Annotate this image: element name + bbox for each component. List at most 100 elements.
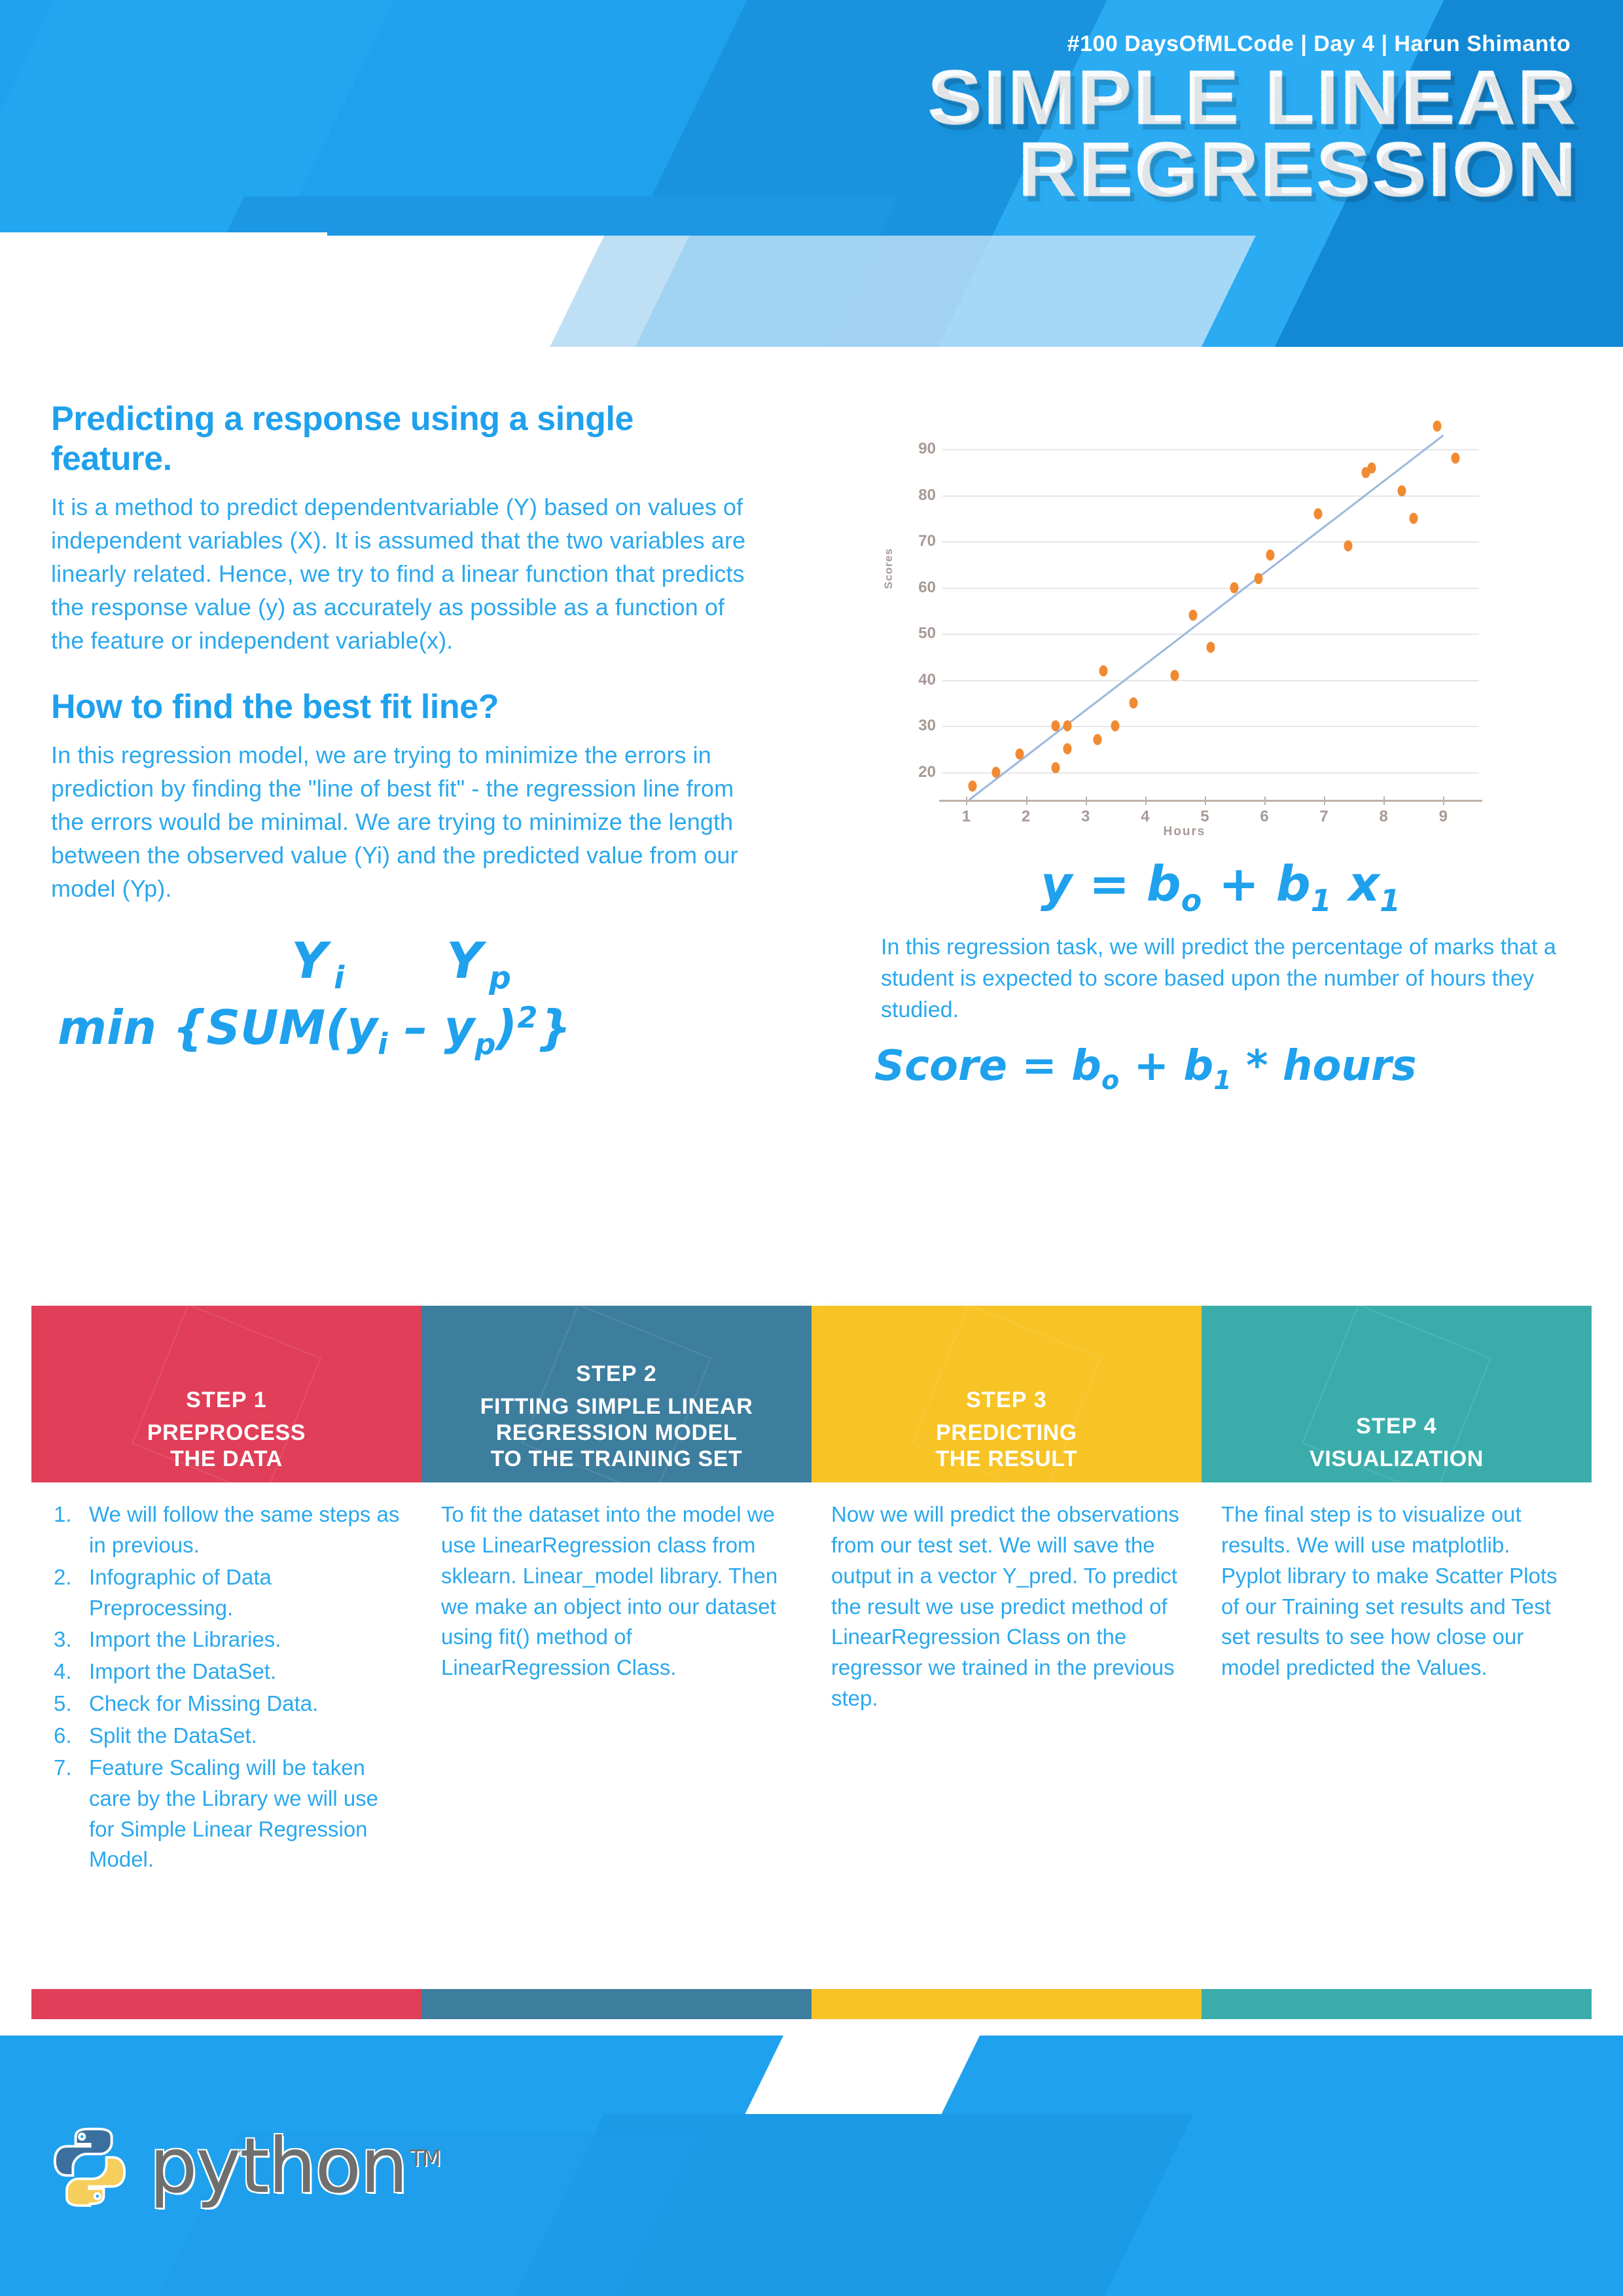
equation-x-term: x bbox=[1331, 856, 1380, 912]
step-body-2: To fit the dataset into the model we use… bbox=[421, 1482, 812, 1989]
step-list-item: Check for Missing Data. bbox=[54, 1689, 319, 1719]
step-title: PREPROCESS THE DATA bbox=[141, 1420, 312, 1472]
step-footer-bar-4 bbox=[1202, 1989, 1592, 2019]
chart-data-point bbox=[1206, 641, 1215, 653]
step-paragraph: To fit the dataset into the model we use… bbox=[441, 1502, 778, 1680]
step-header-4: STEP 4 VISUALIZATION bbox=[1202, 1306, 1592, 1482]
step-title-line: PREPROCESS bbox=[147, 1420, 306, 1445]
formula-yp-subscript: p bbox=[489, 960, 518, 997]
equation-score-b0-subscript: o bbox=[1101, 1065, 1120, 1096]
step-list-item: Split the DataSet. bbox=[54, 1721, 257, 1751]
chart-data-point bbox=[1063, 743, 1072, 755]
step-title-line: REGRESSION MODEL bbox=[495, 1420, 738, 1445]
formula-min-sum: min {SUM(yi – yp)2} bbox=[51, 1000, 758, 1061]
step-header-1: STEP 1 PREPROCESS THE DATA bbox=[31, 1306, 421, 1482]
python-wordmark: python TM bbox=[149, 2128, 441, 2204]
chart-data-point bbox=[1063, 720, 1072, 732]
step-number-label: STEP 2 bbox=[576, 1361, 657, 1386]
main-content: Predicting a response using a single fea… bbox=[0, 347, 1623, 1289]
equation-score-model: Score = bo + b1 * hours bbox=[870, 1042, 1571, 1096]
left-column: Predicting a response using a single fea… bbox=[51, 399, 758, 1062]
chart-data-point bbox=[1433, 420, 1442, 432]
step-list-item: Import the DataSet. bbox=[54, 1657, 277, 1687]
chart-data-point bbox=[1015, 748, 1024, 760]
equation-b1-subscript: 1 bbox=[1310, 882, 1332, 918]
step-body-1: We will follow the same steps as in prev… bbox=[31, 1482, 421, 1989]
page-title-line-2: REGRESSION bbox=[927, 131, 1577, 208]
chart-data-point bbox=[1111, 720, 1120, 732]
steps-section: STEP 1 PREPROCESS THE DATA We will follow t… bbox=[31, 1306, 1592, 2019]
chart-data-point bbox=[1051, 762, 1060, 774]
equation-score-plus: + b bbox=[1119, 1041, 1214, 1090]
section-paragraph-best-fit: In this regression model, we are trying … bbox=[51, 741, 738, 903]
formula-yi-subscript: i bbox=[334, 960, 351, 997]
byline: #100 DaysOfMLCode | Day 4 | Harun Shiman… bbox=[1067, 31, 1571, 56]
step-list: We will follow the same steps as in prev… bbox=[51, 1499, 404, 1875]
step-title-line: THE RESULT bbox=[935, 1446, 1078, 1471]
chart-x-axis-label: Hours bbox=[1163, 825, 1206, 838]
step-title-line: FITTING SIMPLE LINEAR bbox=[480, 1393, 753, 1419]
step-title: VISUALIZATION bbox=[1303, 1446, 1490, 1472]
chart-data-point bbox=[1266, 549, 1275, 561]
chart-data-point bbox=[991, 766, 1001, 778]
step-footer-bar-3 bbox=[812, 1989, 1202, 2019]
equation-linear-model: y = bo + b1 x1 bbox=[870, 856, 1571, 918]
page-footer: python TM bbox=[0, 2036, 1623, 2296]
chart-data-point bbox=[1051, 720, 1060, 732]
step-header-3: STEP 3 PREDICTING THE RESULT bbox=[812, 1306, 1202, 1482]
chart-data-point bbox=[1099, 665, 1108, 677]
formula-yi-base: Y bbox=[291, 931, 334, 990]
chart-data-point bbox=[968, 780, 977, 792]
chart-data-point bbox=[1451, 452, 1460, 464]
formula-yp-base: Y bbox=[446, 931, 490, 990]
step-title-line: THE DATA bbox=[170, 1446, 283, 1471]
chart-data-point bbox=[1093, 734, 1102, 745]
chart-data-point bbox=[1188, 609, 1198, 621]
formula-min-part-a: min {SUM(y bbox=[58, 1000, 378, 1056]
formula-min-sub-i: i bbox=[378, 1027, 388, 1062]
formula-yi-yp: Yi Yp bbox=[51, 931, 758, 996]
step-title-line: TO THE TRAINING SET bbox=[490, 1446, 743, 1471]
equation-score-tail: * hours bbox=[1231, 1041, 1417, 1090]
scatter-plot-chart: 20 30 40 50 60 70 80 90 1 2 3 4 5 6 7 8 9 Scores Hours bbox=[877, 393, 1492, 844]
chart-data-point bbox=[1170, 670, 1179, 681]
section-heading-best-fit: How to find the best fit line? bbox=[51, 688, 499, 726]
step-body-3: Now we will predict the observations fro… bbox=[812, 1482, 1202, 1989]
step-number-label: STEP 1 bbox=[186, 1387, 267, 1412]
step-title: FITTING SIMPLE LINEAR REGRESSION MODEL TO … bbox=[474, 1393, 760, 1472]
right-column: 20 30 40 50 60 70 80 90 1 2 3 4 5 6 7 8 9 Scores Hours y… bbox=[870, 393, 1571, 1095]
header-white-block bbox=[0, 232, 327, 347]
step-list-item: Feature Scaling will be taken care by th… bbox=[54, 1753, 379, 1872]
equation-y-lhs: y = b bbox=[1040, 856, 1181, 912]
step-column-4: STEP 4 VISUALIZATION The final step is to … bbox=[1202, 1306, 1592, 2019]
chart-data-point bbox=[1367, 462, 1376, 474]
step-paragraph: Now we will predict the observations fro… bbox=[831, 1502, 1179, 1711]
page-title-line-1: SIMPLE LINEAR bbox=[927, 54, 1577, 141]
step-column-3: STEP 3 PREDICTING THE RESULT Now we will pr… bbox=[812, 1306, 1202, 2019]
chart-data-point bbox=[1397, 485, 1406, 497]
formula-min-part-c: ) bbox=[495, 1000, 518, 1056]
equation-score-lhs: Score = b bbox=[874, 1041, 1101, 1090]
chart-plot-area: 20 30 40 50 60 70 80 90 1 2 3 4 5 6 7 8 9 bbox=[877, 393, 1492, 844]
formula-min-part-d: } bbox=[537, 1000, 571, 1056]
step-number-label: STEP 3 bbox=[966, 1387, 1047, 1412]
equation-score-b1-subscript: 1 bbox=[1213, 1065, 1232, 1096]
step-footer-bar-1 bbox=[31, 1989, 421, 2019]
chart-y-axis-label: Scores bbox=[882, 548, 895, 589]
step-list-item: We will follow the same steps as in prev… bbox=[54, 1499, 400, 1557]
step-header-2: STEP 2 FITTING SIMPLE LINEAR REGRESSION MO… bbox=[421, 1306, 812, 1482]
step-title-line: VISUALIZATION bbox=[1310, 1446, 1484, 1471]
chart-data-point bbox=[1230, 582, 1239, 594]
chart-data-point bbox=[1344, 540, 1353, 552]
trademark-symbol: TM bbox=[409, 2145, 441, 2172]
python-wordmark-text: python bbox=[149, 2122, 408, 2210]
page-title: SIMPLE LINEAR REGRESSION bbox=[927, 59, 1577, 207]
chart-data-point bbox=[1313, 508, 1323, 520]
equation-x1-subscript: 1 bbox=[1380, 882, 1401, 918]
regression-task-paragraph: In this regression task, we will predict… bbox=[881, 934, 1556, 1023]
step-body-4: The final step is to visualize out resul… bbox=[1202, 1482, 1592, 1989]
chart-data-point bbox=[1254, 573, 1263, 584]
chart-data-point bbox=[1129, 697, 1138, 709]
chart-data-point bbox=[1409, 512, 1418, 524]
step-number-label: STEP 4 bbox=[1356, 1413, 1437, 1439]
